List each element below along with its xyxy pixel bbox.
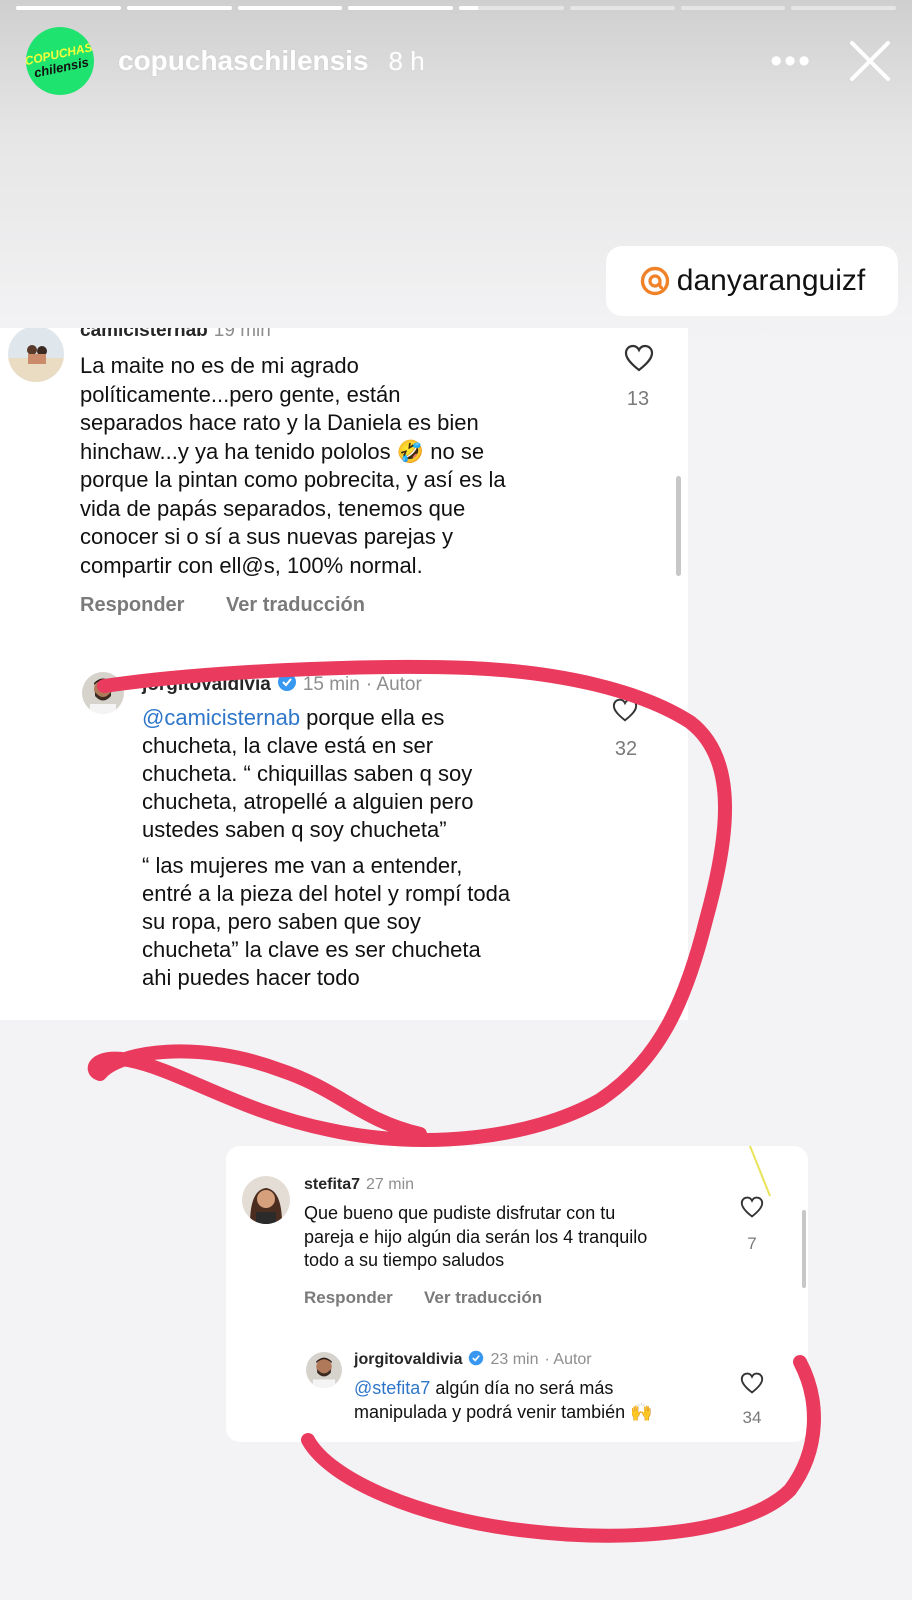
reply-username[interactable]: jorgitovaldivia <box>354 1351 462 1368</box>
reply-text: @camicisternab porque ella es chucheta, … <box>142 704 510 992</box>
story-progress-fill <box>16 6 121 10</box>
text-line: chucheta, la clave está en ser <box>142 733 434 758</box>
story-account-name[interactable]: copuchaschilensis <box>118 45 369 77</box>
threads-icon <box>640 266 669 296</box>
story-header: COPUCHAS chilensis copuchaschilensis 8 h… <box>19 20 892 102</box>
text-line: ustedes saben q soy chucheta” <box>142 817 447 842</box>
scrollbar[interactable] <box>676 476 681 576</box>
comment-username[interactable]: camicisternab <box>80 328 208 341</box>
close-icon[interactable] <box>848 39 892 83</box>
heart-icon[interactable] <box>740 1372 764 1394</box>
reply-header: jorgitovaldivia 15 min · Autor <box>142 672 422 696</box>
reply-first-line: algún día no será más <box>430 1378 614 1398</box>
like-count: 13 <box>626 388 650 410</box>
like-count: 7 <box>747 1234 757 1253</box>
reply-first-line: porque ella es <box>300 705 445 730</box>
verified-badge-icon <box>469 1350 484 1366</box>
avatar[interactable] <box>82 672 124 714</box>
reply-time: 23 min <box>490 1351 539 1368</box>
story-progress-bar <box>348 6 453 10</box>
story-progress-fill <box>348 6 453 10</box>
text-line: Que bueno que pudiste disfrutar con tu <box>304 1203 616 1223</box>
reply-time: 15 min <box>302 674 360 695</box>
comment-text: Que bueno que pudiste disfrutar con tu pa… <box>304 1202 647 1273</box>
text-line: porque la pintan como pobrecita, y así e… <box>80 467 506 492</box>
text-line: separados hace rato y la Daniela es bien <box>80 410 479 435</box>
story-actions: ••• <box>770 39 892 83</box>
author-tag: · Autor <box>544 1351 592 1368</box>
like-count: 34 <box>742 1408 762 1427</box>
reply-button[interactable]: Responder <box>80 594 184 617</box>
story-progress-bar <box>16 6 121 10</box>
translate-button[interactable]: Ver traducción <box>226 594 365 617</box>
story-progress-fill <box>237 6 343 10</box>
story-progress-bar <box>680 6 786 10</box>
heart-icon[interactable] <box>624 344 654 372</box>
comment-screenshot-2: stefita7 27 min Que bueno que pudiste dis… <box>226 1146 808 1442</box>
account-avatar-logo[interactable]: COPUCHAS chilensis <box>19 20 101 102</box>
reply-text: @stefita7 algún día no será más manipula… <box>354 1376 653 1424</box>
more-horizontal-icon[interactable]: ••• <box>770 44 812 78</box>
comment-username[interactable]: stefita7 <box>304 1176 360 1193</box>
mention-sticker[interactable]: danyaranguizf <box>606 246 898 316</box>
avatar[interactable] <box>8 328 64 382</box>
text-line: políticamente...pero gente, están <box>80 381 401 407</box>
text-line: compartir con ell@s, 100% normal. <box>80 552 423 578</box>
comment-text: La maite no es de mi agrado políticamente… <box>80 352 506 580</box>
reply-mention[interactable]: @stefita7 <box>354 1378 430 1398</box>
comment-header: camicisternab 19 min <box>80 328 271 342</box>
text-line: su ropa, pero saben que soy <box>142 909 421 934</box>
comment-header: stefita7 27 min <box>304 1176 414 1194</box>
reply-mention[interactable]: @camicisternab <box>142 705 300 730</box>
text-line: pareja e hijo algún dia serán los 4 tran… <box>304 1226 648 1247</box>
text-line: chucheta” la clave es ser chucheta <box>142 937 481 962</box>
reply-header: jorgitovaldivia 23 min · Autor <box>354 1350 592 1369</box>
text-line: hinchaw...y ya ha tenido pololos 🤣 no se <box>80 438 485 464</box>
mention-username: danyaranguizf <box>676 264 866 297</box>
text-line: chucheta. “ chiquillas saben q soy <box>142 761 473 786</box>
scrollbar[interactable] <box>802 1210 806 1288</box>
story-progress-bar <box>459 6 564 10</box>
story-progress-bar <box>791 6 896 10</box>
text-line: La maite no es de mi agrado <box>80 353 359 378</box>
comment-time: 27 min <box>366 1176 415 1193</box>
story-progress-bar <box>237 6 343 10</box>
story-progress-fill <box>459 6 478 10</box>
story-timestamp: 8 h <box>388 45 425 76</box>
text-line: “ las mujeres me van a entender, <box>142 853 463 878</box>
text-line: manipulada y podrá venir también 🙌 <box>354 1402 653 1422</box>
story-progress-bar <box>126 6 232 10</box>
text-line: entré a la pieza del hotel y rompí toda <box>142 881 511 906</box>
text-line: conocer si o sí a sus nuevas parejas y <box>80 524 453 549</box>
avatar[interactable] <box>306 1352 342 1388</box>
text-line: ahi puedes hacer todo <box>142 965 360 990</box>
reply-button[interactable]: Responder <box>304 1288 393 1308</box>
heart-icon[interactable] <box>612 698 638 722</box>
text-line: todo a su tiempo saludos <box>304 1250 505 1270</box>
author-tag: · Autor <box>365 674 422 695</box>
like-count: 32 <box>614 738 638 760</box>
text-line: chucheta, atropellé a alguien pero <box>142 789 474 814</box>
story-progress-bar <box>569 6 675 10</box>
heart-icon[interactable] <box>740 1196 764 1218</box>
story-progress-fill <box>126 6 232 10</box>
reply-username[interactable]: jorgitovaldivia <box>142 674 271 695</box>
text-line: vida de papás separados, tenemos que <box>80 495 466 521</box>
comment-time: 19 min <box>213 328 271 341</box>
avatar[interactable] <box>242 1176 290 1224</box>
translate-button[interactable]: Ver traducción <box>424 1288 542 1308</box>
comment-screenshot-1: camicisternab 19 min La maite no es de mi… <box>0 328 688 1020</box>
story-progress-bars <box>16 6 896 10</box>
verified-badge-icon <box>277 673 296 691</box>
